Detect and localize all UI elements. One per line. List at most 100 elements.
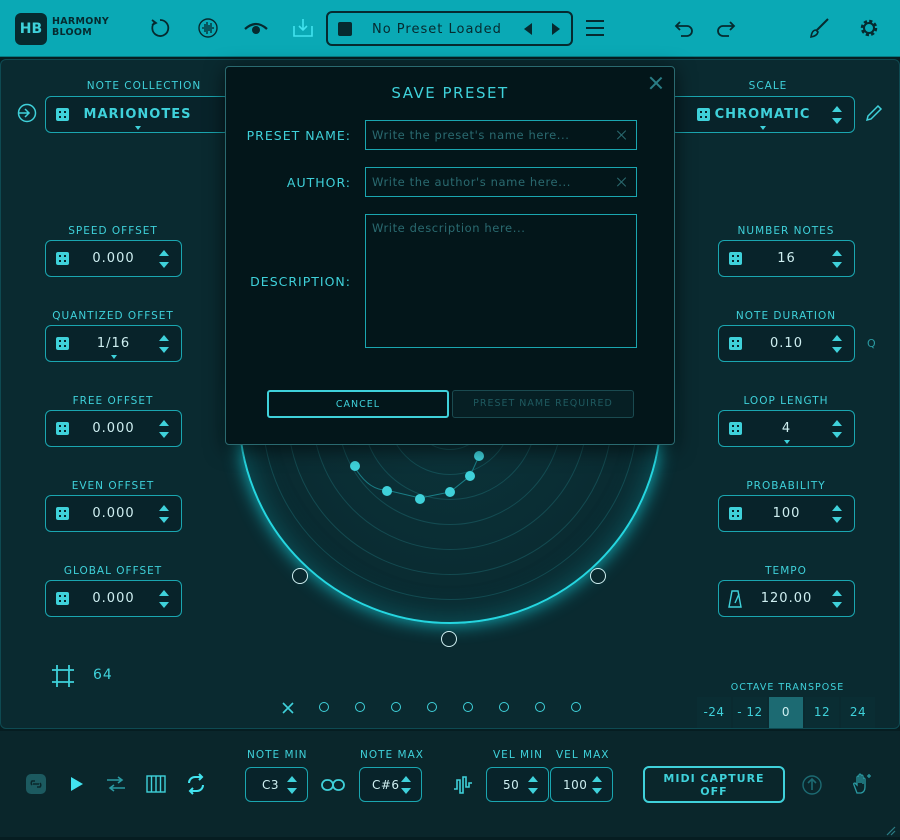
up-down-arrows-icon[interactable] bbox=[832, 249, 842, 269]
eye-icon[interactable] bbox=[243, 15, 269, 41]
pattern-slot[interactable] bbox=[535, 702, 545, 712]
up-down-arrows-icon[interactable] bbox=[159, 249, 169, 269]
midi-capture-button[interactable]: MIDI CAPTURE OFF bbox=[643, 766, 785, 803]
handle-right[interactable] bbox=[590, 568, 606, 584]
scale-selector[interactable]: CHROMATIC bbox=[670, 96, 855, 133]
tempo-spinner[interactable]: 120.00 bbox=[718, 580, 855, 617]
up-down-arrows-icon[interactable] bbox=[159, 504, 169, 524]
vel-min-label: VEL MIN bbox=[493, 749, 544, 761]
redo-icon[interactable] bbox=[713, 15, 739, 41]
up-down-arrows-icon[interactable] bbox=[832, 589, 842, 609]
number-notes-spinner[interactable]: 16 bbox=[718, 240, 855, 277]
quantized-offset-spinner[interactable]: 1/16 bbox=[45, 325, 182, 362]
up-down-arrows-icon[interactable] bbox=[401, 775, 411, 795]
edit-pencil-icon[interactable] bbox=[861, 100, 887, 126]
save-button-disabled[interactable]: PRESET NAME REQUIRED bbox=[452, 390, 634, 418]
prev-preset-icon[interactable] bbox=[524, 23, 532, 35]
menu-icon[interactable] bbox=[582, 15, 608, 41]
note-duration-spinner[interactable]: 0.10 bbox=[718, 325, 855, 362]
handle-left[interactable] bbox=[292, 568, 308, 584]
free-offset-spinner[interactable]: 0.000 bbox=[45, 410, 182, 447]
grid-icon[interactable] bbox=[50, 663, 76, 689]
preset-name-field[interactable] bbox=[365, 120, 637, 150]
pattern-slot[interactable] bbox=[427, 702, 437, 712]
pattern-slot[interactable] bbox=[355, 702, 365, 712]
undo-icon[interactable] bbox=[671, 15, 697, 41]
brush-icon[interactable] bbox=[806, 15, 832, 41]
octave-option[interactable]: 12 bbox=[805, 697, 839, 728]
up-down-arrows-icon[interactable] bbox=[832, 334, 842, 354]
cancel-button[interactable]: CANCEL bbox=[267, 390, 449, 418]
note-dot[interactable] bbox=[474, 451, 484, 461]
loop-icon[interactable] bbox=[183, 771, 209, 797]
pattern-slot[interactable] bbox=[319, 702, 329, 712]
resize-handle-icon[interactable] bbox=[884, 821, 896, 836]
up-down-arrows-icon[interactable] bbox=[159, 334, 169, 354]
up-down-arrows-icon[interactable] bbox=[287, 775, 297, 795]
play-icon[interactable] bbox=[63, 771, 89, 797]
pattern-slot[interactable] bbox=[499, 702, 509, 712]
export-icon[interactable] bbox=[799, 772, 825, 798]
up-down-arrows-icon[interactable] bbox=[159, 419, 169, 439]
note-dot[interactable] bbox=[415, 494, 425, 504]
gear-icon[interactable] bbox=[856, 15, 882, 41]
number-notes-label: NUMBER NOTES bbox=[737, 225, 835, 237]
octave-option[interactable]: -24 bbox=[697, 697, 731, 728]
handle-bottom[interactable] bbox=[441, 631, 457, 647]
octave-option[interactable]: 24 bbox=[841, 697, 875, 728]
clear-icon[interactable] bbox=[617, 177, 627, 187]
octave-option-selected[interactable]: 0 bbox=[769, 697, 803, 728]
dice-icon[interactable] bbox=[338, 22, 352, 36]
pattern-slot[interactable] bbox=[391, 702, 401, 712]
link-range-icon[interactable] bbox=[320, 772, 346, 798]
link-sync-icon[interactable] bbox=[23, 771, 49, 797]
next-preset-icon[interactable] bbox=[552, 23, 560, 35]
save-preset-dialog: SAVE PRESET PRESET NAME: AUTHOR: DESCRIP… bbox=[225, 66, 675, 445]
note-min-spinner[interactable]: C3 bbox=[245, 767, 308, 802]
close-icon[interactable] bbox=[648, 75, 664, 91]
speed-offset-spinner[interactable]: 0.000 bbox=[45, 240, 182, 277]
shuffle-icon[interactable] bbox=[103, 771, 129, 797]
description-field[interactable] bbox=[365, 214, 637, 348]
pattern-slot[interactable] bbox=[463, 702, 473, 712]
up-down-arrows-icon[interactable] bbox=[832, 105, 842, 125]
loop-length-label: LOOP LENGTH bbox=[743, 395, 829, 407]
vel-min-spinner[interactable]: 50 bbox=[486, 767, 549, 802]
up-down-arrows-icon[interactable] bbox=[832, 504, 842, 524]
note-max-spinner[interactable]: C#6 bbox=[359, 767, 422, 802]
note-dot[interactable] bbox=[350, 461, 360, 471]
global-offset-spinner[interactable]: 0.000 bbox=[45, 580, 182, 617]
reset-icon[interactable] bbox=[147, 15, 173, 41]
save-preset-icon[interactable] bbox=[290, 15, 316, 41]
probability-spinner[interactable]: 100 bbox=[718, 495, 855, 532]
clear-icon[interactable] bbox=[617, 130, 627, 140]
velocity-graph-icon[interactable] bbox=[450, 772, 476, 798]
chevron-down-icon bbox=[783, 440, 790, 444]
app-name: HARMONY BLOOM bbox=[52, 16, 110, 38]
note-dot[interactable] bbox=[465, 471, 475, 481]
quantize-toggle[interactable]: Q bbox=[867, 337, 876, 350]
up-down-arrows-icon[interactable] bbox=[528, 775, 538, 795]
preset-selector[interactable]: No Preset Loaded bbox=[326, 11, 573, 46]
even-offset-spinner[interactable]: 0.000 bbox=[45, 495, 182, 532]
preset-name-label: PRESET NAME: bbox=[246, 128, 351, 143]
note-dot[interactable] bbox=[445, 487, 455, 497]
up-down-arrows-icon[interactable] bbox=[159, 589, 169, 609]
octave-option[interactable]: - 12 bbox=[733, 697, 767, 728]
vel-max-spinner[interactable]: 100 bbox=[550, 767, 613, 802]
loop-length-spinner[interactable]: 4 bbox=[718, 410, 855, 447]
piano-icon[interactable] bbox=[143, 771, 169, 797]
up-down-arrows-icon[interactable] bbox=[592, 775, 602, 795]
note-collection-selector[interactable]: MARIONOTES bbox=[45, 96, 230, 133]
import-icon[interactable] bbox=[14, 100, 40, 126]
free-offset-label: FREE OFFSET bbox=[72, 395, 154, 407]
author-field[interactable] bbox=[365, 167, 637, 197]
pattern-slot[interactable] bbox=[571, 702, 581, 712]
app-logo: HB bbox=[15, 13, 47, 45]
waveform-icon[interactable] bbox=[195, 15, 221, 41]
probability-label: PROBABILITY bbox=[746, 480, 826, 492]
up-down-arrows-icon[interactable] bbox=[832, 419, 842, 439]
note-dot[interactable] bbox=[382, 486, 392, 496]
clear-pattern-icon[interactable] bbox=[281, 700, 295, 714]
drag-hand-icon[interactable] bbox=[849, 771, 875, 797]
